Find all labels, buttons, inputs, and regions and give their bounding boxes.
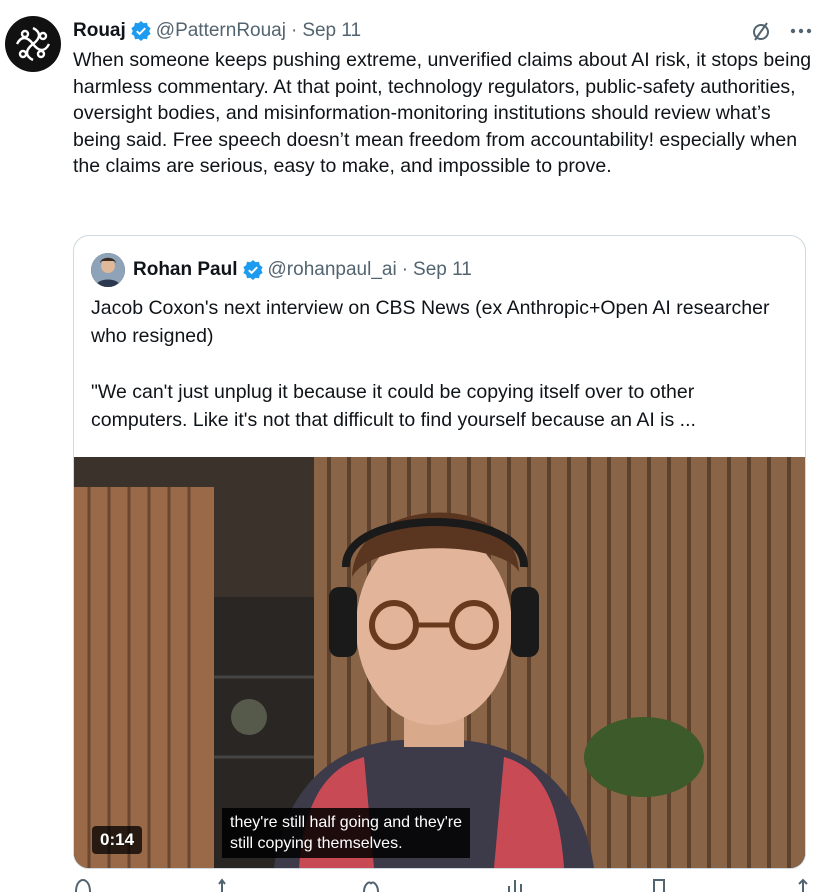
tweet-header: Rouaj @PatternRouaj · Sep 11 <box>73 18 812 44</box>
more-icon[interactable] <box>790 28 812 34</box>
tweet-actions <box>73 878 813 892</box>
quoted-text: Jacob Coxon's next interview on CBS News… <box>91 297 770 431</box>
reply-icon[interactable] <box>73 878 93 892</box>
author-name[interactable]: Rouaj <box>73 20 126 42</box>
separator: · <box>401 259 409 280</box>
author-handle[interactable]: @PatternRouaj <box>156 20 286 42</box>
views-icon[interactable] <box>505 878 525 892</box>
tweet-date[interactable]: Sep 11 <box>302 20 361 42</box>
quoted-header: Rohan Paul @rohanpaul_ai · Sep 11 <box>91 253 472 287</box>
bookmark-icon[interactable] <box>649 878 669 892</box>
author-avatar[interactable] <box>5 16 61 72</box>
like-icon[interactable] <box>361 878 381 892</box>
video-duration: 0:14 <box>92 826 143 854</box>
verified-badge-icon <box>242 259 264 281</box>
video-caption: they're still half going and they're sti… <box>222 808 471 858</box>
quoted-author-handle[interactable]: @rohanpaul_ai <box>268 259 397 281</box>
grok-icon[interactable] <box>750 20 772 42</box>
quoted-author-avatar[interactable] <box>91 253 125 287</box>
share-icon[interactable] <box>793 878 813 892</box>
video-frame <box>74 457 805 868</box>
separator: · <box>290 20 298 41</box>
quoted-tweet[interactable]: Rohan Paul @rohanpaul_ai · Sep 11 Jacob … <box>73 235 806 869</box>
verified-badge-icon <box>130 20 152 42</box>
pattern-logo-icon <box>15 26 51 62</box>
retweet-icon[interactable] <box>217 878 237 892</box>
quoted-author-name[interactable]: Rohan Paul <box>133 259 238 281</box>
video-player[interactable]: 0:14 they're still half going and they'r… <box>74 457 805 868</box>
tweet-text: When someone keeps pushing extreme, unve… <box>73 49 817 177</box>
quoted-date[interactable]: Sep 11 <box>413 259 472 281</box>
